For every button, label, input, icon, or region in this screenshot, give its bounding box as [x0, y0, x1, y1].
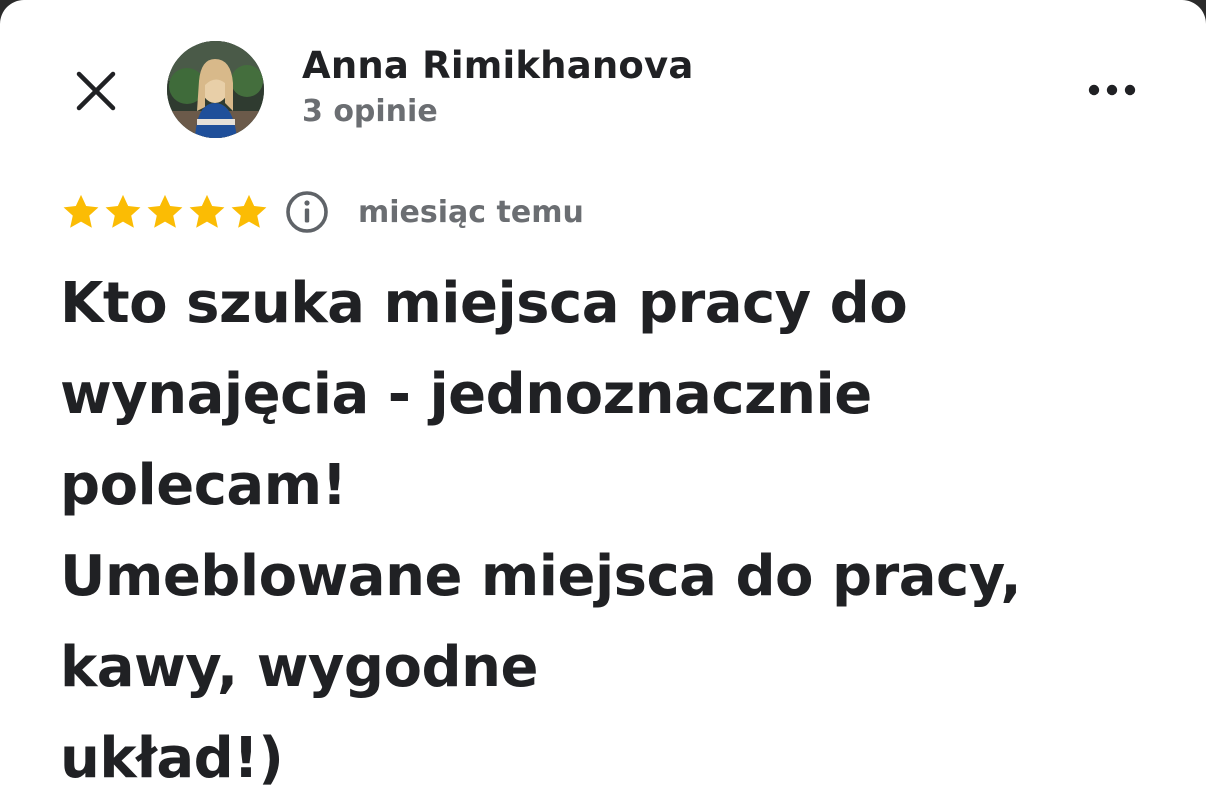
close-icon [76, 71, 116, 111]
info-button[interactable] [284, 189, 330, 235]
author-info: Anna Rimikhanova 3 opinie [302, 44, 694, 132]
author-review-count[interactable]: 3 opinie [302, 92, 694, 132]
review-date: miesiąc temu [358, 194, 584, 230]
star-icon [105, 194, 141, 228]
review-header: Anna Rimikhanova 3 opinie [0, 0, 1206, 170]
review-text: Kto szuka miejsca pracy do wynajęcia - j… [60, 258, 1180, 800]
review-sheet: Anna Rimikhanova 3 opinie miesiąc temu K… [0, 0, 1206, 800]
review-text-line: układ!) [60, 726, 284, 791]
avatar-photo [167, 41, 264, 138]
review-text-line: Kto szuka miejsca pracy do [60, 271, 908, 336]
close-button[interactable] [60, 55, 132, 127]
author-name[interactable]: Anna Rimikhanova [302, 44, 694, 88]
star-icon [231, 194, 267, 228]
star-icon [189, 194, 225, 228]
review-text-line: wynajęcia - jednoznacznie [60, 362, 872, 427]
review-text-line: kawy, wygodne [60, 635, 538, 700]
review-text-line: Umeblowane miejsca do pracy, [60, 544, 1022, 609]
avatar[interactable] [167, 41, 264, 138]
star-rating [60, 191, 270, 233]
more-horizontal-icon [1088, 84, 1136, 96]
info-icon [286, 191, 328, 233]
star-icon [63, 194, 99, 228]
star-icon [147, 194, 183, 228]
more-options-button[interactable] [1080, 62, 1144, 118]
rating-row: miesiąc temu [60, 186, 584, 238]
review-text-line: polecam! [60, 453, 347, 518]
